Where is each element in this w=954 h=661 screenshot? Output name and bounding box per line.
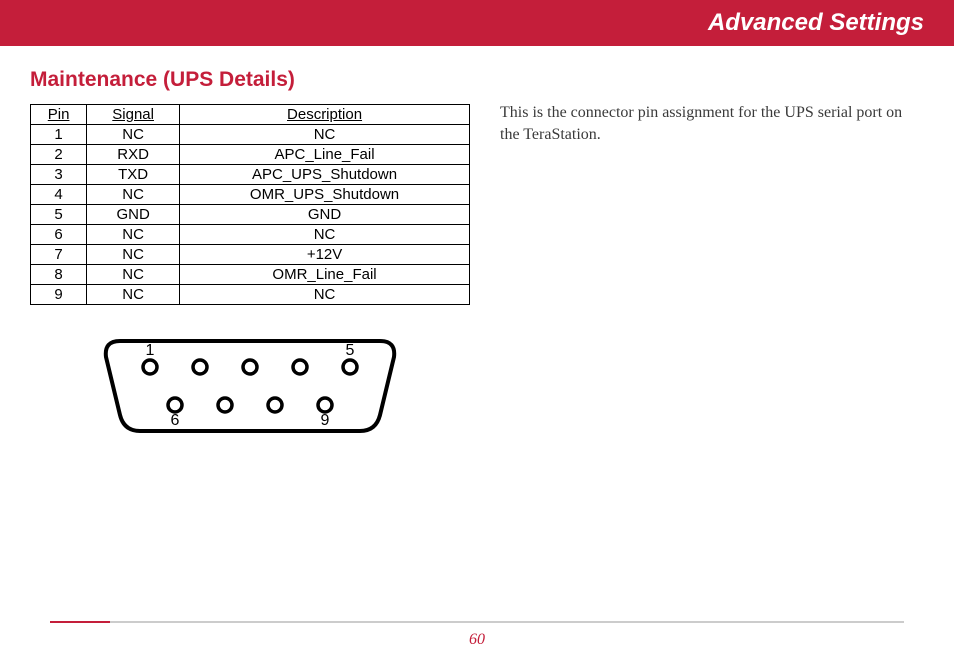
table-cell: 1 [31,125,87,145]
content-area: Maintenance (UPS Details) PinSignalDescr… [0,46,954,441]
table-cell: 3 [31,165,87,185]
table-cell: 9 [31,285,87,305]
table-header-cell: Signal [87,105,180,125]
table-cell: NC [87,245,180,265]
left-column: PinSignalDescription1NCNC2RXDAPC_Line_Fa… [30,102,470,441]
table-cell: NC [180,125,470,145]
table-row: 3TXDAPC_UPS_Shutdown [31,165,470,185]
table-row: 9NCNC [31,285,470,305]
table-cell: GND [87,205,180,225]
table-cell: 5 [31,205,87,225]
table-cell: APC_UPS_Shutdown [180,165,470,185]
pin-assignment-table: PinSignalDescription1NCNC2RXDAPC_Line_Fa… [30,104,470,305]
table-cell: NC [87,225,180,245]
pin-label-6: 6 [171,412,180,429]
table-row: 5GNDGND [31,205,470,225]
page-number: 60 [0,631,954,649]
pin-label-1: 1 [146,342,155,359]
table-header-row: PinSignalDescription [31,105,470,125]
header-band: Advanced Settings [0,0,954,46]
table-row: 7NC+12V [31,245,470,265]
table-cell: NC [87,125,180,145]
table-cell: GND [180,205,470,225]
table-cell: 6 [31,225,87,245]
pin-label-5: 5 [346,342,355,359]
table-row: 8NCOMR_Line_Fail [31,265,470,285]
table-header-cell: Description [180,105,470,125]
db9-connector-icon: 1 5 6 9 [100,331,400,441]
table-cell: TXD [87,165,180,185]
table-cell: APC_Line_Fail [180,145,470,165]
section-heading: Maintenance (UPS Details) [30,68,924,92]
table-cell: OMR_UPS_Shutdown [180,185,470,205]
table-cell: NC [180,225,470,245]
table-cell: +12V [180,245,470,265]
footer-divider-accent [50,621,110,623]
content-row: PinSignalDescription1NCNC2RXDAPC_Line_Fa… [30,102,924,441]
table-cell: 4 [31,185,87,205]
table-cell: NC [87,265,180,285]
table-cell: RXD [87,145,180,165]
description-text: This is the connector pin assignment for… [500,102,924,147]
footer-divider-gray [110,621,904,623]
connector-diagram-wrap: 1 5 6 9 [30,331,470,441]
footer-divider [50,621,904,623]
table-cell: 2 [31,145,87,165]
table-cell: 8 [31,265,87,285]
table-row: 1NCNC [31,125,470,145]
table-cell: 7 [31,245,87,265]
pin-label-9: 9 [321,412,330,429]
table-header-cell: Pin [31,105,87,125]
table-cell: NC [87,185,180,205]
table-row: 6NCNC [31,225,470,245]
table-row: 4NCOMR_UPS_Shutdown [31,185,470,205]
table-cell: NC [87,285,180,305]
page-title: Advanced Settings [708,9,924,37]
table-cell: NC [180,285,470,305]
table-row: 2RXDAPC_Line_Fail [31,145,470,165]
table-cell: OMR_Line_Fail [180,265,470,285]
